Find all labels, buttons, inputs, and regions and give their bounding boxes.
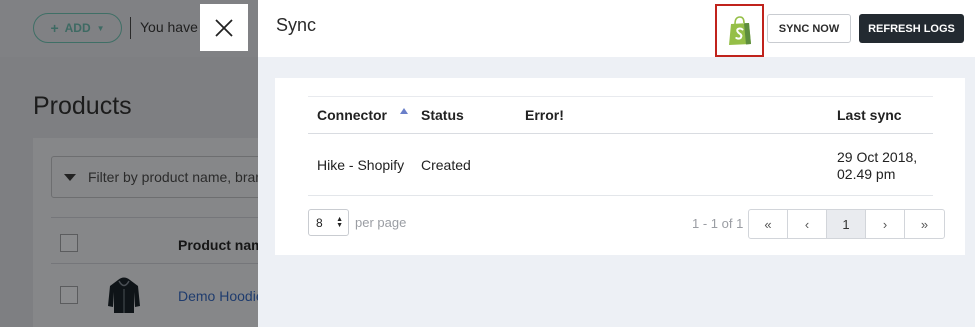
notice-text: You have [140, 19, 198, 35]
plus-icon: + [50, 20, 59, 36]
page-title: Products [33, 92, 132, 120]
add-button-label: ADD [64, 21, 91, 35]
hoodie-thumbnail [108, 277, 140, 313]
sync-now-button[interactable]: SYNC NOW [767, 14, 851, 43]
sync-panel: Sync SYNC NOW REFRESH LOGS Connector Sta… [258, 0, 975, 327]
chevron-down-icon: ▼ [96, 23, 105, 33]
table-top-border [308, 96, 933, 97]
column-header-last-sync[interactable]: Last sync [837, 107, 902, 123]
last-page-button[interactable]: » [905, 210, 944, 238]
table-header-divider [308, 133, 933, 134]
sync-log-card: Connector Status Error! Last sync Hike -… [275, 78, 965, 255]
panel-header: Sync SYNC NOW REFRESH LOGS [258, 0, 975, 57]
column-header-error[interactable]: Error! [525, 107, 564, 123]
page-1-button[interactable]: 1 [827, 210, 866, 238]
filter-input[interactable]: Filter by product name, bran [51, 156, 281, 198]
add-button[interactable]: + ADD ▼ [33, 13, 122, 43]
next-page-button[interactable]: › [866, 210, 905, 238]
refresh-logs-button[interactable]: REFRESH LOGS [859, 14, 964, 43]
column-header-connector[interactable]: Connector [317, 107, 387, 123]
pagination: « ‹ 1 › » [748, 209, 945, 239]
cell-last-sync-time: 02.49 pm [837, 166, 896, 182]
per-page-select[interactable]: 8 ▲ ▼ [308, 209, 349, 236]
shopify-bag-icon [728, 15, 751, 45]
cell-status: Created [421, 157, 471, 173]
per-page-label: per page [355, 215, 407, 230]
pagination-range: 1 - 1 of 1 [692, 216, 744, 231]
cell-last-sync-date: 29 Oct 2018, [837, 149, 918, 165]
column-header-status[interactable]: Status [421, 107, 464, 123]
filter-icon [64, 173, 76, 181]
select-all-checkbox[interactable] [60, 234, 78, 252]
column-header-product-name[interactable]: Product nam [178, 237, 264, 253]
table-divider [51, 263, 281, 264]
per-page-value: 8 [316, 215, 323, 230]
sort-asc-icon[interactable] [400, 108, 408, 114]
panel-title: Sync [276, 15, 317, 35]
table-row-divider [308, 195, 933, 196]
close-icon [215, 18, 233, 37]
first-page-button[interactable]: « [749, 210, 788, 238]
prev-page-button[interactable]: ‹ [788, 210, 827, 238]
cell-connector: Hike - Shopify [317, 157, 405, 173]
shopify-connector-button[interactable] [715, 4, 764, 57]
row-checkbox[interactable] [60, 286, 78, 304]
table-divider [51, 217, 281, 218]
product-link[interactable]: Demo Hoodie [178, 288, 264, 304]
select-arrows-icon: ▲ ▼ [336, 216, 343, 229]
filter-placeholder: Filter by product name, bran [88, 169, 264, 185]
divider [130, 17, 131, 39]
close-button[interactable] [200, 4, 248, 51]
